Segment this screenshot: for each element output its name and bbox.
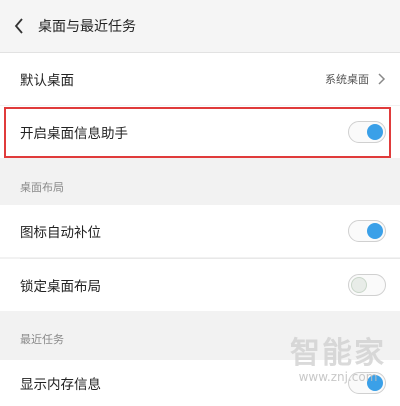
default-desktop-value: 系统桌面 [325, 73, 369, 86]
show-memory-label: 显示内存信息 [20, 377, 101, 393]
toggle-knob [367, 223, 383, 239]
app-header: 桌面与最近任务 [0, 0, 400, 53]
lock-layout-row: 锁定桌面布局 [0, 259, 400, 311]
default-desktop-row[interactable]: 默认桌面 系统桌面 [0, 53, 400, 105]
toggle-knob [351, 277, 367, 293]
icon-autofill-row: 图标自动补位 [0, 205, 400, 257]
back-button[interactable] [2, 0, 36, 52]
default-desktop-label: 默认桌面 [20, 73, 74, 89]
lock-layout-toggle[interactable] [348, 274, 386, 296]
show-memory-toggle[interactable] [348, 372, 386, 394]
icon-autofill-toggle[interactable] [348, 220, 386, 242]
toggle-knob [367, 375, 383, 391]
icon-autofill-label: 图标自动补位 [20, 225, 101, 241]
chevron-left-icon [14, 18, 23, 34]
highlight-box [4, 107, 391, 158]
section-title-recent: 最近任务 [0, 320, 400, 358]
show-memory-row: 显示内存信息 [0, 360, 400, 406]
chevron-right-icon [378, 73, 386, 85]
page-title: 桌面与最近任务 [38, 19, 136, 35]
lock-layout-label: 锁定桌面布局 [20, 279, 101, 295]
